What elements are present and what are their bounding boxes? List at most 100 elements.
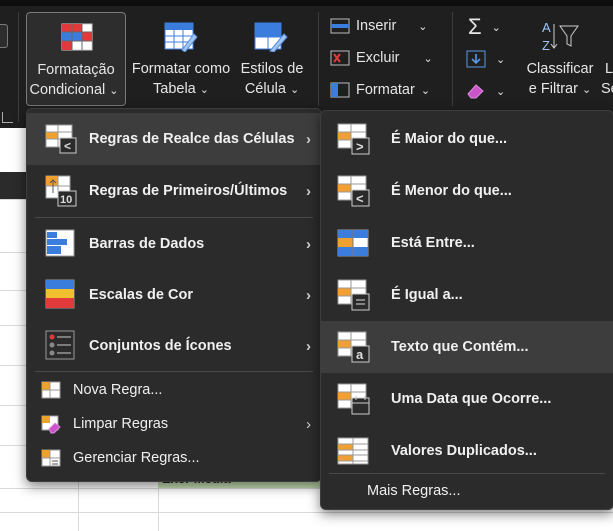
partial-left-control[interactable] — [0, 24, 8, 48]
conditional-formatting-button[interactable]: Formatação Condicional ⌄ — [26, 12, 126, 106]
greater-than-label: É Maior do que... — [391, 131, 508, 147]
clear-button[interactable]: ⌄ — [466, 82, 505, 100]
cell-styles-line2: Célula — [244, 81, 286, 97]
delete-cells-icon — [330, 50, 350, 66]
duplicate-values-icon — [337, 437, 369, 465]
icon-sets-label: Conjuntos de Ícones — [89, 338, 232, 354]
format-as-table-button[interactable]: Formatar como Tabela ⌄ — [128, 12, 234, 104]
find-select-partial-1[interactable]: L — [605, 60, 613, 79]
text-contains-icon: a — [337, 331, 370, 363]
sort-filter-icon: A Z — [542, 20, 579, 53]
cond-format-line1: Formatação — [37, 62, 115, 78]
dialog-launcher-icon[interactable] — [2, 112, 13, 123]
chevron-right-icon: › — [306, 337, 311, 355]
menu-item-manage-rules[interactable]: Gerenciar Regras... — [27, 441, 321, 475]
insert-label: Inserir — [356, 18, 397, 34]
menu-item-top-bottom-rules[interactable]: 10 Regras de Primeiros/Últimos › — [27, 165, 321, 217]
cell-styles-icon — [254, 22, 288, 52]
highlight-rules-submenu: > É Maior do que... < É Menor do que... … — [320, 110, 613, 510]
data-bars-label: Barras de Dados — [89, 236, 205, 252]
chevron-down-icon: ⌄ — [418, 20, 428, 33]
between-icon — [337, 229, 369, 257]
manage-rules-label: Gerenciar Regras... — [73, 450, 200, 466]
manage-rules-icon — [41, 449, 61, 467]
fill-down-icon — [466, 50, 486, 68]
clear-rules-label: Limpar Regras — [73, 416, 169, 432]
menu-item-highlight-cells-rules[interactable]: < Regras de Realce das Células › — [27, 113, 321, 165]
chevron-down-icon: ⌄ — [423, 52, 433, 65]
submenu-item-less-than[interactable]: < É Menor do que... — [321, 165, 613, 217]
chevron-right-icon: › — [306, 182, 311, 200]
conditional-formatting-icon — [61, 23, 93, 51]
delete-label: Excluir — [356, 50, 400, 66]
chevron-down-icon: ⌄ — [199, 84, 209, 96]
insert-cells-icon — [330, 18, 350, 34]
sort-filter-line1: Classificar — [526, 61, 594, 77]
cell-styles-button[interactable]: Estilos de Célula ⌄ — [236, 12, 308, 104]
chevron-down-icon: ⌄ — [420, 84, 431, 97]
eraser-icon — [467, 84, 484, 99]
text-contains-label: Texto que Contém... — [391, 339, 529, 355]
equal-to-icon — [337, 279, 370, 311]
submenu-item-date-occurring[interactable]: Uma Data que Ocorre... — [321, 373, 613, 425]
color-scales-label: Escalas de Cor — [89, 287, 193, 303]
svg-text:<: < — [356, 191, 364, 206]
chevron-down-icon: ⌄ — [289, 84, 300, 96]
cond-format-line2: Condicional — [29, 82, 106, 98]
date-occurring-label: Uma Data que Ocorre... — [391, 391, 552, 407]
less-than-icon: < — [337, 175, 370, 207]
menu-item-color-scales[interactable]: Escalas de Cor › — [27, 269, 321, 321]
delete-button[interactable]: Excluir ⌄ — [330, 50, 433, 66]
menu-item-icon-sets[interactable]: Conjuntos de Ícones › — [27, 321, 321, 371]
data-bars-icon — [45, 229, 75, 257]
less-than-label: É Menor do que... — [391, 183, 512, 199]
cell-styles-line1: Estilos de — [240, 61, 304, 77]
format-label: Formatar — [356, 82, 415, 98]
new-rule-label: Nova Regra... — [73, 382, 163, 398]
chevron-right-icon: › — [306, 130, 311, 148]
menu-item-clear-rules[interactable]: Limpar Regras › — [27, 407, 321, 441]
svg-text:A: A — [542, 20, 551, 35]
format-button[interactable]: Formatar ⌄ — [330, 82, 430, 98]
chevron-right-icon: › — [306, 286, 311, 304]
equal-to-label: É Igual a... — [391, 287, 463, 303]
svg-text:<: < — [64, 139, 71, 153]
find-select-partial-2[interactable]: Se — [601, 80, 613, 99]
duplicate-values-label: Valores Duplicados... — [391, 443, 537, 459]
submenu-item-equal-to[interactable]: É Igual a... — [321, 269, 613, 321]
submenu-item-text-contains[interactable]: a Texto que Contém... — [321, 321, 613, 373]
color-scales-icon — [45, 279, 75, 309]
insert-button[interactable]: Inserir ⌄ — [330, 18, 428, 34]
chevron-down-icon: ⌄ — [496, 53, 506, 66]
chevron-right-icon: › — [306, 415, 311, 433]
menu-item-new-rule[interactable]: Nova Regra... — [27, 373, 321, 407]
date-occurring-icon — [337, 383, 370, 415]
svg-text:Z: Z — [542, 38, 550, 53]
chevron-down-icon: ⌄ — [496, 85, 506, 98]
top-bottom-rules-icon: 10 — [45, 175, 77, 207]
submenu-item-duplicate-values[interactable]: Valores Duplicados... — [321, 425, 613, 477]
submenu-item-greater-than[interactable]: > É Maior do que... — [321, 113, 613, 165]
menu-item-data-bars[interactable]: Barras de Dados › — [27, 219, 321, 269]
submenu-item-more-rules[interactable]: Mais Regras... — [321, 475, 613, 507]
svg-text:a: a — [356, 347, 364, 362]
new-rule-icon — [41, 381, 61, 399]
format-table-line2: Tabela — [153, 81, 196, 97]
svg-text:>: > — [356, 139, 364, 154]
format-as-table-icon — [164, 22, 198, 52]
top-bottom-rules-label: Regras de Primeiros/Últimos — [89, 183, 288, 199]
fill-button[interactable]: ⌄ — [466, 50, 505, 68]
icon-sets-icon — [45, 330, 75, 360]
more-rules-label: Mais Regras... — [367, 483, 461, 499]
autosum-button[interactable]: Σ ⌄ — [468, 14, 501, 40]
highlight-rules-label: Regras de Realce das Células — [89, 131, 295, 147]
conditional-formatting-menu: < Regras de Realce das Células › 10 Regr… — [26, 108, 322, 482]
sort-filter-button[interactable]: A Z Classificar e Filtrar ⌄ — [524, 12, 596, 104]
greater-than-icon: > — [337, 123, 370, 155]
format-table-line1: Formatar como — [131, 61, 231, 77]
chevron-down-icon: ⌄ — [109, 85, 119, 97]
between-label: Está Entre... — [391, 235, 475, 251]
submenu-item-between[interactable]: Está Entre... — [321, 217, 613, 269]
sort-filter-line2: e Filtrar — [528, 81, 578, 97]
svg-text:10: 10 — [60, 194, 72, 206]
